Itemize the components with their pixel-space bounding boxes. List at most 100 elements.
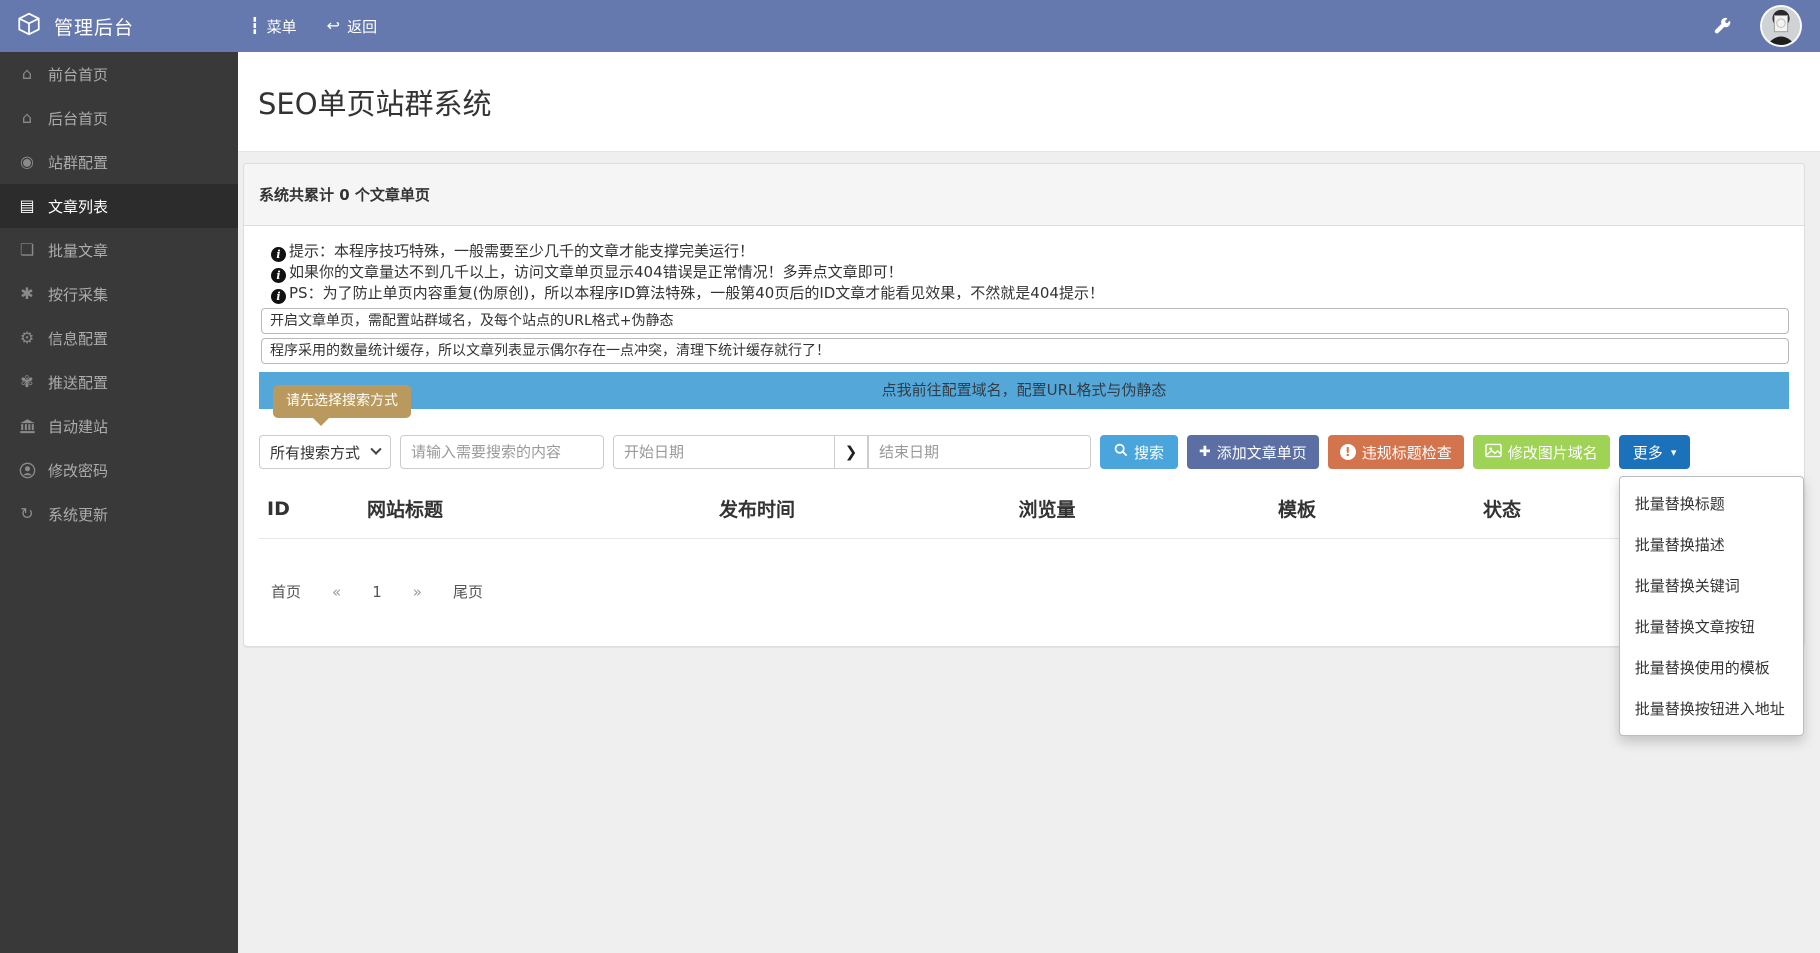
sidebar-item-system-update[interactable]: ↻ 系统更新 <box>0 492 238 536</box>
user-icon <box>17 462 37 479</box>
more-dropdown-menu: 批量替换标题 批量替换描述 批量替换关键词 批量替换文章按钮 批量替换使用的模板… <box>1619 476 1804 736</box>
search-button[interactable]: 搜索 <box>1100 435 1178 469</box>
back-arrow-icon: ↩ <box>327 18 340 34</box>
image-icon <box>1485 443 1502 462</box>
info-circle-icon: i <box>271 247 286 262</box>
sidebar-item-info-config[interactable]: ⚙ 信息配置 <box>0 316 238 360</box>
user-avatar[interactable] <box>1760 5 1802 47</box>
chrome-icon: ◉ <box>17 154 37 170</box>
sidebar-item-label: 自动建站 <box>48 416 108 437</box>
menu-item-replace-title[interactable]: 批量替换标题 <box>1620 483 1803 524</box>
home-icon: ⌂ <box>17 66 37 82</box>
more-dropdown-wrap: 更多 ▾ 批量替换标题 批量替换描述 批量替换关键词 批量替换文章按钮 批量替换… <box>1619 435 1691 469</box>
pagination-last[interactable]: 尾页 <box>453 581 483 602</box>
plus-icon: ✚ <box>1199 445 1211 459</box>
config-domain-banner[interactable]: 点我前往配置域名，配置URL格式与伪静态 请先选择搜索方式 <box>259 372 1789 409</box>
sidebar-item-label: 批量文章 <box>48 240 108 261</box>
tip-line: i如果你的文章量达不到几千以上，访问文章单页显示404错误是正常情况！多弄点文章… <box>271 262 1789 283</box>
sidebar-item-label: 推送配置 <box>48 372 108 393</box>
column-header-id: ID <box>267 498 367 520</box>
asterisk-icon: ✱ <box>17 286 37 302</box>
paw-icon: ✾ <box>17 374 37 390</box>
menu-item-replace-keywords[interactable]: 批量替换关键词 <box>1620 565 1803 606</box>
article-panel: 系统共累计 0 个文章单页 i提示：本程序技巧特殊，一般需要至少几千的文章才能支… <box>243 163 1805 647</box>
stats-heading: 系统共累计 0 个文章单页 <box>244 164 1804 226</box>
gear-icon: ⚙ <box>17 330 37 346</box>
sidebar-item-line-collect[interactable]: ✱ 按行采集 <box>0 272 238 316</box>
column-header-publish-time: 发布时间 <box>607 495 907 522</box>
column-header-status: 状态 <box>1407 495 1597 522</box>
chevron-right-icon: ❯ <box>834 435 868 469</box>
brand-title: 管理后台 <box>54 13 134 40</box>
add-article-button[interactable]: ✚ 添加文章单页 <box>1187 435 1319 469</box>
home-icon: ⌂ <box>17 110 37 126</box>
sidebar-item-label: 系统更新 <box>48 504 108 525</box>
more-button[interactable]: 更多 ▾ <box>1619 435 1691 469</box>
info-circle-icon: i <box>271 289 286 304</box>
search-toolbar: 所有搜索方式 ❯ 搜索 <box>259 435 1789 469</box>
bank-icon <box>17 418 37 435</box>
sidebar-item-batch-articles[interactable]: ❏ 批量文章 <box>0 228 238 272</box>
main-content: SEO单页站群系统 系统共累计 0 个文章单页 i提示：本程序技巧特殊，一般需要… <box>238 0 1820 647</box>
pagination-next[interactable]: » <box>413 583 422 601</box>
brand[interactable]: 管理后台 <box>0 11 238 41</box>
sidebar-item-label: 后台首页 <box>48 108 108 129</box>
sidebar-item-label: 文章列表 <box>48 196 108 217</box>
menu-item-replace-button-url[interactable]: 批量替换按钮进入地址 <box>1620 688 1803 729</box>
sidebar-item-auto-build[interactable]: 自动建站 <box>0 404 238 448</box>
top-navbar: 管理后台 ┇ 菜单 ↩ 返回 <box>0 0 1820 52</box>
caret-down-icon: ▾ <box>1671 447 1677 458</box>
menu-item-replace-description[interactable]: 批量替换描述 <box>1620 524 1803 565</box>
column-header-template: 模板 <box>1187 495 1407 522</box>
pagination-page-1[interactable]: 1 <box>372 583 382 601</box>
note-box-url-config: 开启文章单页，需配置站群域名，及每个站点的URL格式+伪静态 <box>261 308 1789 334</box>
keyword-input[interactable] <box>400 435 604 469</box>
back-label: 返回 <box>347 16 377 37</box>
search-mode-select[interactable]: 所有搜索方式 <box>259 435 391 469</box>
menu-icon: ┇ <box>250 18 260 34</box>
menu-label: 菜单 <box>267 16 297 37</box>
sidebar-item-label: 前台首页 <box>48 64 108 85</box>
pagination-prev[interactable]: « <box>332 583 341 601</box>
sidebar-item-label: 站群配置 <box>48 152 108 173</box>
tip-line: i提示：本程序技巧特殊，一般需要至少几千的文章才能支撑完美运行！ <box>271 241 1789 262</box>
exclamation-circle-icon: ! <box>1340 444 1356 460</box>
date-end-input[interactable] <box>868 435 1091 469</box>
image-domain-button[interactable]: 修改图片域名 <box>1473 435 1610 469</box>
sidebar-item-sitegroup-config[interactable]: ◉ 站群配置 <box>0 140 238 184</box>
sidebar-item-push-config[interactable]: ✾ 推送配置 <box>0 360 238 404</box>
pagination-first[interactable]: 首页 <box>271 581 301 602</box>
sidebar-item-change-password[interactable]: 修改密码 <box>0 448 238 492</box>
column-header-views: 浏览量 <box>907 495 1187 522</box>
date-range-group: ❯ <box>613 435 1091 469</box>
sidebar-item-admin-home[interactable]: ⌂ 后台首页 <box>0 96 238 140</box>
menu-item-replace-template[interactable]: 批量替换使用的模板 <box>1620 647 1803 688</box>
sidebar-item-label: 信息配置 <box>48 328 108 349</box>
tip-line: iPS：为了防止单页内容重复(伪原创)，所以本程序ID算法特殊，一般第40页后的… <box>271 283 1789 304</box>
wrench-icon[interactable] <box>1713 17 1732 36</box>
sidebar-item-label: 修改密码 <box>48 460 108 481</box>
search-mode-tooltip: 请先选择搜索方式 <box>273 385 411 418</box>
page-title-band: SEO单页站群系统 <box>238 52 1820 152</box>
back-button[interactable]: ↩ 返回 <box>327 16 377 37</box>
search-mode-value: 所有搜索方式 <box>270 442 360 463</box>
table-header-row: ID 网站标题 发布时间 浏览量 模板 状态 操作 <box>259 483 1789 539</box>
banner-text: 点我前往配置域名，配置URL格式与伪静态 <box>882 381 1167 399</box>
list-icon: ▤ <box>17 198 37 214</box>
sidebar-item-front-home[interactable]: ⌂ 前台首页 <box>0 52 238 96</box>
chevron-down-icon <box>370 444 381 455</box>
date-start-input[interactable] <box>613 435 835 469</box>
column-header-site-title: 网站标题 <box>367 495 607 522</box>
panel-body: i提示：本程序技巧特殊，一般需要至少几千的文章才能支撑完美运行！ i如果你的文章… <box>244 226 1804 646</box>
pagination: 首页 « 1 » 尾页 <box>271 581 1789 602</box>
search-icon <box>1114 443 1128 461</box>
page-title: SEO单页站群系统 <box>258 81 492 123</box>
menu-toggle[interactable]: ┇ 菜单 <box>250 16 297 37</box>
note-box-cache: 程序采用的数量统计缓存，所以文章列表显示偶尔存在一点冲突，清理下统计缓存就行了！ <box>261 338 1789 364</box>
menu-item-replace-article-button[interactable]: 批量替换文章按钮 <box>1620 606 1803 647</box>
info-circle-icon: i <box>271 268 286 283</box>
title-check-button[interactable]: ! 违规标题检查 <box>1328 435 1464 469</box>
cube-logo-icon <box>16 11 42 41</box>
sidebar-item-article-list[interactable]: ▤ 文章列表 <box>0 184 238 228</box>
book-icon: ❏ <box>17 242 37 258</box>
